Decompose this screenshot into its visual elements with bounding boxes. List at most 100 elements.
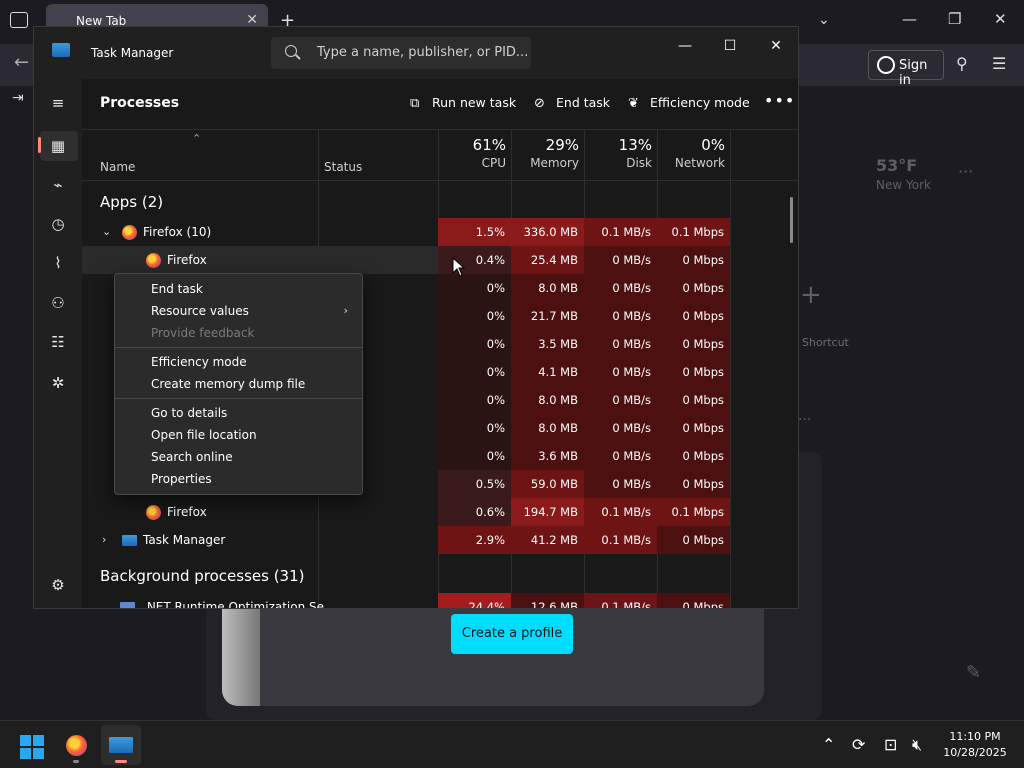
chevron-down-icon[interactable]: ⌄ bbox=[818, 12, 830, 28]
cpu-cell: 1.5% bbox=[438, 218, 511, 246]
table-row[interactable]: .NET Runtime Optimization Se... 24.4% 12… bbox=[82, 593, 730, 608]
disk-cell: 0 MB/s bbox=[584, 274, 657, 302]
leaf-icon: ❦ bbox=[628, 96, 639, 111]
column-disk[interactable]: 13% Disk bbox=[582, 136, 652, 170]
network-cell: 0 Mbps bbox=[657, 386, 730, 414]
memory-cell: 194.7 MB bbox=[511, 498, 584, 526]
start-icon[interactable] bbox=[20, 735, 44, 759]
startup-apps-icon[interactable]: ⌇ bbox=[48, 253, 68, 273]
create-profile-button[interactable]: Create a profile bbox=[451, 614, 573, 654]
network-label: Network bbox=[674, 156, 725, 170]
disk-cell: 0 MB/s bbox=[584, 442, 657, 470]
performance-icon[interactable]: ⌁ bbox=[48, 175, 68, 195]
mouse-cursor-icon bbox=[452, 257, 466, 277]
cpu-cell: 0.5% bbox=[438, 470, 511, 498]
memory-cell: 41.2 MB bbox=[511, 526, 584, 554]
details-icon[interactable]: ☷ bbox=[48, 332, 68, 352]
app-history-icon[interactable]: ◷ bbox=[48, 214, 68, 234]
menu-resource-values-label: Resource values bbox=[151, 304, 249, 318]
users-icon[interactable]: ⚇ bbox=[48, 293, 68, 313]
table-row[interactable]: › Task Manager 2.9% 41.2 MB 0.1 MB/s 0 M… bbox=[82, 526, 730, 554]
taskbar-task-manager[interactable] bbox=[101, 725, 141, 765]
minimize-icon[interactable]: — bbox=[670, 33, 700, 59]
hamburger-icon[interactable]: ≡ bbox=[48, 93, 68, 113]
update-icon[interactable]: ⟳ bbox=[852, 735, 865, 754]
processes-icon[interactable]: ▦ bbox=[48, 136, 68, 156]
clock[interactable]: 11:10 PM 10/28/2025 bbox=[940, 729, 1010, 761]
memory-cell: 59.0 MB bbox=[511, 470, 584, 498]
cpu-cell: 0% bbox=[438, 386, 511, 414]
disk-cell: 0.1 MB/s bbox=[584, 593, 657, 608]
maximize-icon[interactable]: ☐ bbox=[715, 33, 745, 59]
search-input[interactable]: Type a name, publisher, or PID... bbox=[271, 37, 531, 69]
close-icon[interactable]: ✕ bbox=[761, 33, 791, 59]
column-status[interactable]: Status bbox=[324, 160, 362, 174]
volume-muted-icon[interactable]: 🔇︎ bbox=[912, 735, 922, 755]
network-icon[interactable]: ⊡ bbox=[884, 735, 897, 754]
back-icon[interactable]: ← bbox=[14, 52, 29, 73]
end-task-button[interactable]: ⊘ End task bbox=[534, 95, 610, 111]
menu-separator bbox=[115, 398, 362, 399]
column-network[interactable]: 0% Network bbox=[655, 136, 725, 170]
clock-time: 11:10 PM bbox=[949, 730, 1001, 743]
more-icon[interactable]: ··· bbox=[958, 162, 973, 181]
cpu-cell: 0% bbox=[438, 414, 511, 442]
more-options-icon[interactable]: ••• bbox=[764, 91, 795, 110]
cpu-cell: 0.4% bbox=[438, 246, 511, 274]
column-name[interactable]: Name bbox=[100, 160, 135, 174]
settings-icon[interactable]: ⚙ bbox=[48, 575, 68, 595]
more-icon[interactable]: ··· bbox=[798, 412, 811, 428]
menu-properties[interactable]: Properties bbox=[115, 468, 362, 490]
network-cell: 0 Mbps bbox=[657, 274, 730, 302]
list-all-tabs-icon[interactable] bbox=[10, 12, 28, 28]
group-background: Background processes (31) bbox=[100, 567, 305, 585]
menu-create-dump[interactable]: Create memory dump file bbox=[115, 373, 362, 395]
chevron-up-icon[interactable]: ⌃ bbox=[822, 735, 835, 754]
menu-end-task[interactable]: End task bbox=[115, 278, 362, 300]
table-row[interactable]: ⌄ Firefox (10) 1.5% 336.0 MB 0.1 MB/s 0.… bbox=[82, 218, 730, 246]
table-row[interactable]: Firefox 0.4% 25.4 MB 0 MB/s 0 Mbps bbox=[82, 246, 730, 274]
column-memory[interactable]: 29% Memory bbox=[509, 136, 579, 170]
page-title: Processes bbox=[100, 95, 180, 111]
firefox-icon bbox=[66, 735, 87, 756]
edit-icon[interactable]: ✎ bbox=[966, 662, 981, 683]
scrollbar-thumb[interactable] bbox=[790, 197, 793, 243]
efficiency-mode-button[interactable]: ❦ Efficiency mode bbox=[628, 95, 750, 111]
network-cell: 0.1 Mbps bbox=[657, 498, 730, 526]
hamburger-menu-icon[interactable]: ☰ bbox=[992, 54, 1006, 73]
table-row[interactable]: Firefox 0.6% 194.7 MB 0.1 MB/s 0.1 Mbps bbox=[82, 498, 730, 526]
menu-efficiency-mode[interactable]: Efficiency mode bbox=[115, 351, 362, 373]
window-title: Task Manager bbox=[91, 46, 174, 60]
cpu-cell: 2.9% bbox=[438, 526, 511, 554]
memory-cell: 25.4 MB bbox=[511, 246, 584, 274]
titlebar: Task Manager Type a name, publisher, or … bbox=[34, 27, 798, 79]
memory-cell: 12.6 MB bbox=[511, 593, 584, 608]
disk-cell: 0 MB/s bbox=[584, 330, 657, 358]
disk-cell: 0 MB/s bbox=[584, 246, 657, 274]
minimize-icon[interactable]: — bbox=[902, 10, 917, 28]
services-icon[interactable]: ✲ bbox=[48, 373, 68, 393]
menu-search-online[interactable]: Search online bbox=[115, 446, 362, 468]
collapse-icon[interactable]: ⌄ bbox=[102, 218, 111, 246]
menu-open-file-location[interactable]: Open file location bbox=[115, 424, 362, 446]
extensions-icon[interactable]: ⚲ bbox=[956, 54, 968, 73]
memory-percent: 29% bbox=[545, 136, 579, 154]
restore-icon[interactable]: ❐ bbox=[948, 10, 961, 28]
firefox-icon bbox=[146, 505, 161, 520]
cpu-cell: 0% bbox=[438, 302, 511, 330]
close-window-icon[interactable]: ✕ bbox=[994, 10, 1007, 28]
add-shortcut-icon[interactable]: + bbox=[800, 280, 822, 310]
signin-button[interactable]: Sign in bbox=[868, 50, 944, 88]
menu-resource-values[interactable]: Resource values › bbox=[115, 300, 362, 322]
column-cpu[interactable]: 61% CPU bbox=[436, 136, 506, 170]
login-icon[interactable]: ⇥ bbox=[12, 90, 24, 106]
dotnet-icon bbox=[120, 602, 135, 608]
memory-cell: 8.0 MB bbox=[511, 274, 584, 302]
disk-cell: 0 MB/s bbox=[584, 470, 657, 498]
taskbar-firefox[interactable] bbox=[56, 725, 96, 765]
run-new-task-button[interactable]: ⧉ Run new task bbox=[410, 95, 516, 111]
cpu-label: CPU bbox=[481, 156, 506, 170]
menu-go-to-details[interactable]: Go to details bbox=[115, 402, 362, 424]
column-divider bbox=[730, 129, 731, 608]
expand-icon[interactable]: › bbox=[102, 526, 106, 554]
